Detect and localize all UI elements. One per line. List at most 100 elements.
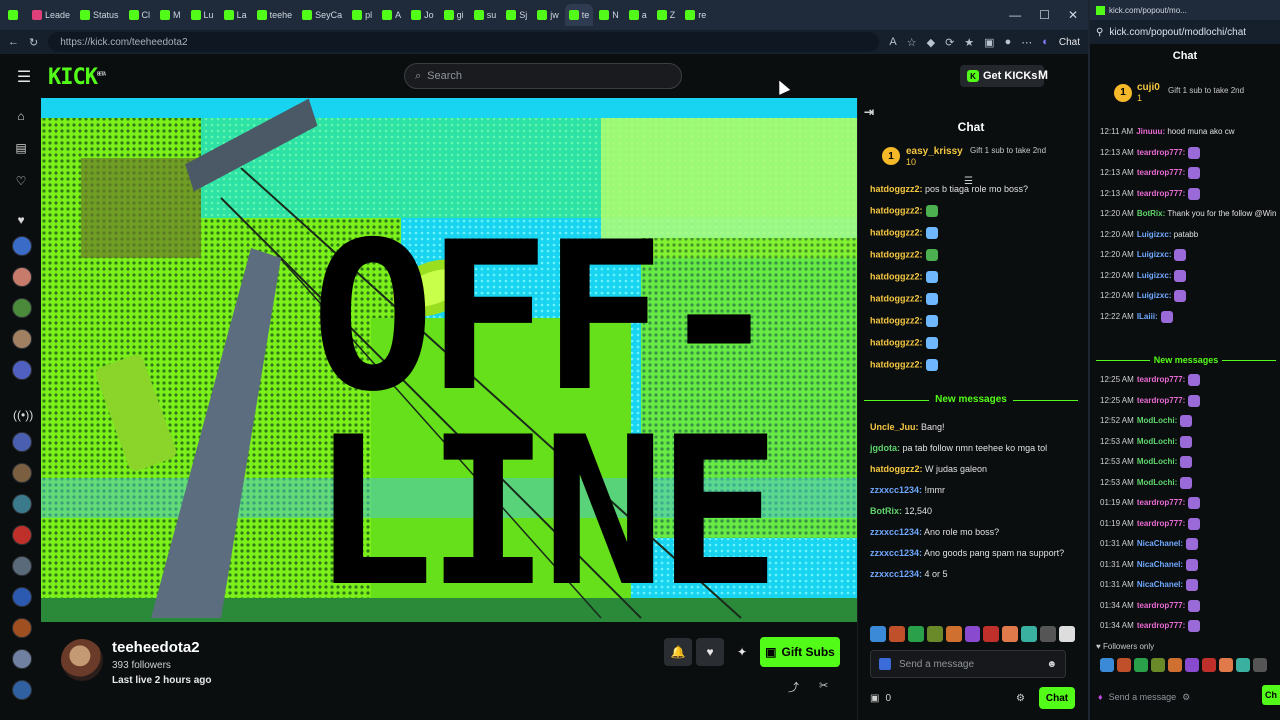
recommended-channel-avatar[interactable] [12,494,32,514]
followed-channel-avatar[interactable] [12,267,32,287]
chat-username[interactable]: hatdoggzz2: [870,337,923,347]
chat-message-input[interactable]: Send a message ☻ [870,650,1066,678]
chat-username[interactable]: Uncle_Juu: [870,422,919,432]
gift-subs-button[interactable]: ▣ Gift Subs [760,637,840,667]
notification-bell-icon[interactable]: 🔔 [664,638,692,666]
chat-username[interactable]: teardrop777: [1137,148,1185,157]
following-icon[interactable]: ♡ [13,173,29,189]
refresh-ext-icon[interactable]: ⟳ [945,36,954,49]
chat-username[interactable]: BotRix: [870,506,902,516]
chat-username[interactable]: teardrop777: [1137,168,1185,177]
emote-icon[interactable] [1253,658,1267,672]
send-chat-button[interactable]: Chat [1039,687,1075,709]
recommended-channel-avatar[interactable] [12,556,32,576]
browser-tab[interactable]: gi [440,4,468,26]
chat-settings-icon[interactable]: ⚙ [1016,693,1025,704]
offline-video-banner[interactable]: OFF- LINE [41,98,857,622]
browser-tab[interactable]: Z [653,4,680,26]
channel-name[interactable]: teeheedota2 [112,639,200,656]
chat-username[interactable]: hatdoggzz2: [870,359,923,369]
emote-icon[interactable] [1021,626,1038,642]
emote-icon[interactable] [964,626,981,642]
chat-username[interactable]: ModLochi: [1137,416,1177,425]
favorites-icon[interactable]: ★ [964,36,974,49]
search-input[interactable]: ⌕ Search [404,63,682,89]
emote-icon[interactable] [945,626,962,642]
close-icon[interactable]: ✕ [1068,8,1078,22]
home-icon[interactable]: ⌂ [13,108,29,124]
browser-tab[interactable]: a [625,4,651,26]
followed-channel-avatar[interactable] [12,360,32,380]
kick-emote-icon[interactable] [879,658,891,670]
recommended-channel-avatar[interactable] [12,463,32,483]
share-icon[interactable]: ⤴ [788,679,799,695]
profile-icon[interactable]: ● [1005,36,1012,48]
chat-username[interactable]: NicaChanel: [1137,580,1183,589]
refresh-icon[interactable]: ↻ [29,36,38,49]
top-gifter-pinned[interactable]: 1 easy_krissy 10 Gift 1 sub to take 2nd [858,134,1085,178]
browser-tab[interactable]: pl [348,4,376,26]
sparkle-icon[interactable]: ✦ [728,638,756,666]
favorite-star-icon[interactable]: ☆ [907,36,917,49]
followed-channel-avatar[interactable] [12,236,32,256]
recommended-channel-avatar[interactable] [12,649,32,669]
browser-tab[interactable]: La [220,4,251,26]
recommended-channel-avatar[interactable] [12,432,32,452]
minimize-icon[interactable]: — [1009,8,1021,22]
chat-username[interactable]: hatdoggzz2: [870,184,923,194]
chat-username[interactable]: teardrop777: [1137,621,1185,630]
browser-tab[interactable]: Lu [187,4,218,26]
emote-icon[interactable] [1202,658,1216,672]
chat-username[interactable]: hatdoggzz2: [870,249,923,259]
emote-icon[interactable] [926,626,943,642]
popout-top-gifter[interactable]: 1 cuji0 1 [1114,82,1160,103]
browser-tab[interactable]: te [564,4,594,26]
kicks-wallet-icon[interactable]: ▣ [870,693,879,704]
chat-username[interactable]: Luigizxc: [1137,291,1172,300]
emote-icon[interactable] [983,626,1000,642]
recommended-channel-avatar[interactable] [12,525,32,545]
chat-username[interactable]: hatdoggzz2: [870,205,923,215]
chat-username[interactable]: hatdoggzz2: [870,293,923,303]
chat-username[interactable]: zzxxcc1234: [870,527,922,537]
browser-tab[interactable]: A [378,4,405,26]
chat-username[interactable]: BotRix: [1137,209,1165,218]
emote-icon[interactable] [1100,658,1114,672]
emote-icon[interactable] [1185,658,1199,672]
popout-mic-icon[interactable]: ♦ [1098,692,1103,702]
chat-username[interactable]: teardrop777: [1137,519,1185,528]
emote-icon[interactable] [1219,658,1233,672]
emote-icon[interactable] [1040,626,1057,642]
chat-username[interactable]: Luigizxc: [1137,271,1172,280]
chat-username[interactable]: teardrop777: [1137,189,1185,198]
browser-tab[interactable]: jw [533,4,563,26]
chat-username[interactable]: hatdoggzz2: [870,271,923,281]
emote-icon[interactable] [870,626,886,642]
chat-username[interactable]: ILaiii: [1137,312,1158,321]
chat-username[interactable]: teardrop777: [1137,601,1185,610]
chat-username[interactable]: zzxxcc1234: [870,569,922,579]
browser-tab[interactable]: N [595,4,623,26]
recommended-channel-avatar[interactable] [12,618,32,638]
browser-tab[interactable]: teehe [253,4,297,26]
clip-icon[interactable]: ✂ [819,679,828,692]
chat-username[interactable]: Jinuuu: [1136,127,1165,136]
chat-username[interactable]: ModLochi: [1137,478,1177,487]
emote-icon[interactable] [1059,626,1075,642]
browser-tab[interactable]: M [156,4,185,26]
chat-username[interactable]: zzxxcc1234: [870,485,922,495]
chat-username[interactable]: hatdoggzz2: [870,315,923,325]
popout-send-button[interactable]: Ch [1262,685,1280,705]
emote-icon[interactable] [1134,658,1148,672]
kick-logo[interactable]: KICKBETA [48,65,106,90]
menu-icon[interactable]: ☰ [0,67,48,87]
browser-tab[interactable]: SeyCa [298,4,346,26]
browser-tab[interactable]: su [470,4,501,26]
followed-channel-avatar[interactable] [12,298,32,318]
chat-username[interactable]: NicaChanel: [1137,539,1183,548]
browse-icon[interactable]: ▤ [13,140,29,156]
more-icon[interactable]: ⋯ [1021,36,1032,49]
followed-channel-avatar[interactable] [12,329,32,349]
copilot-icon[interactable]: ◐ [1042,36,1049,48]
browser-tab[interactable]: Leade [28,4,74,26]
